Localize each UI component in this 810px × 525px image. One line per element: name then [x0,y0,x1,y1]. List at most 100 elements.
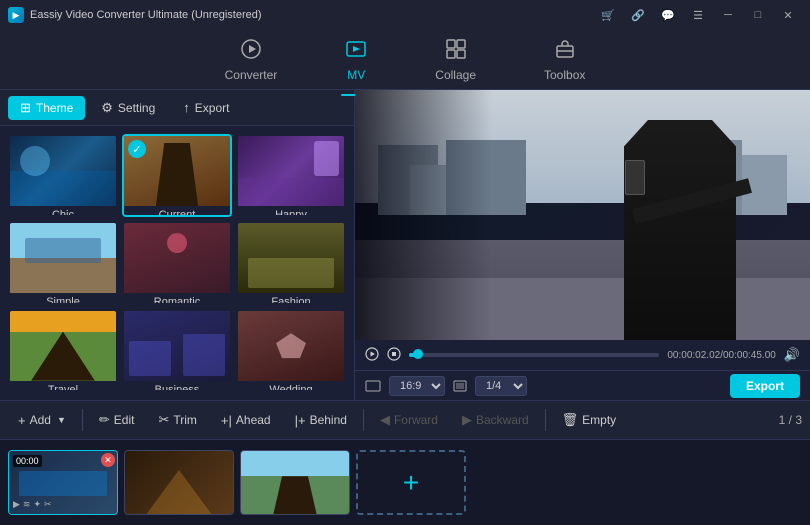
quality-select[interactable]: 1/4 1/2 Full [475,376,527,396]
theme-chic[interactable]: Chic [8,134,118,217]
toolbox-icon [554,38,576,64]
theme-current[interactable]: ✓ Current [122,134,232,217]
backward-icon: ▶ [462,412,472,428]
clip-star-icon: ✦ [33,499,41,510]
page-counter: 1 / 3 [779,413,802,427]
progress-bar[interactable] [409,353,659,357]
tab-converter[interactable]: Converter [211,32,292,88]
left-panel: ⊞ Theme ⚙ Setting ↑ Export [0,90,355,400]
main-content: ⊞ Theme ⚙ Setting ↑ Export [0,90,810,400]
theme-wedding-label: Wedding [238,381,344,392]
theme-happy-label: Happy [238,206,344,217]
clip-item-1[interactable]: 00:00 ✕ ▶ ≋ ✦ ✂ [8,450,118,515]
titlebar-left: ▶ Eassiy Video Converter Ultimate (Unreg… [8,7,262,23]
clip-wave-icon: ≋ [23,499,31,510]
titlebar-controls: 🛒 🔗 💬 ☰ ─ □ ✕ [594,5,802,25]
video-meta: 16:9 4:3 1:1 1/4 1/2 Full Export [355,370,810,400]
video-preview [355,90,810,340]
current-time: 00:00:02.02 [667,350,720,361]
add-dropdown-icon: ▼ [57,415,66,425]
volume-icon[interactable]: 🔊 [784,347,800,363]
bottom-toolbar: + Add ▼ ✏ Edit ✂ Trim +| + Ahead Ahead |… [0,400,810,440]
theme-business[interactable]: Business [122,309,232,392]
add-button[interactable]: + Add ▼ [8,408,76,433]
theme-tab-label: Theme [36,101,73,115]
trim-button[interactable]: ✂ Trim [148,407,206,433]
theme-wedding[interactable]: Wedding [236,309,346,392]
play-button[interactable] [365,347,379,364]
behind-button[interactable]: |+ Behind [285,408,357,433]
menu-icon[interactable]: ☰ [684,5,712,25]
toolbar-separator-2 [363,409,364,431]
titlebar: ▶ Eassiy Video Converter Ultimate (Unreg… [0,0,810,30]
trim-label: Trim [173,413,197,427]
tab-collage[interactable]: Collage [421,32,490,88]
converter-icon [240,38,262,64]
clip-item-2[interactable] [124,450,234,515]
panel-tab-theme[interactable]: ⊞ Theme [8,96,85,120]
behind-icon: |+ [295,413,306,428]
close-button[interactable]: ✕ [774,5,802,25]
ahead-icon: +| [221,413,232,428]
meta-left: 16:9 4:3 1:1 1/4 1/2 Full [365,376,527,396]
clip-scissors-icon[interactable]: ✂ [44,499,52,510]
theme-romantic-label: Romantic [124,293,230,304]
theme-travel[interactable]: Travel [8,309,118,392]
clip-controls-1: ▶ ≋ ✦ ✂ [13,499,52,510]
mv-icon [345,38,367,64]
tab-mv[interactable]: MV [331,32,381,88]
theme-simple-label: Simple [10,293,116,304]
theme-grid: Chic ✓ Current [0,126,354,400]
theme-business-label: Business [124,381,230,392]
cart-icon[interactable]: 🛒 [594,5,622,25]
aspect-ratio-select[interactable]: 16:9 4:3 1:1 [389,376,445,396]
progress-fill [409,353,419,357]
theme-romantic[interactable]: Romantic [122,221,232,304]
theme-current-check: ✓ [128,140,146,158]
theme-tab-icon: ⊞ [20,100,31,116]
time-display: 00:00:02.02/00:00:45.00 [667,350,775,361]
theme-fashion[interactable]: Fashion [236,221,346,304]
app-icon: ▶ [8,7,24,23]
empty-button[interactable]: 🗑 Empty [552,407,627,433]
theme-happy[interactable]: Happy [236,134,346,217]
theme-simple[interactable]: Simple [8,221,118,304]
trim-icon: ✂ [158,412,169,428]
app-title: Eassiy Video Converter Ultimate (Unregis… [30,9,262,21]
add-clip-button[interactable]: + [356,450,466,515]
backward-button[interactable]: ▶ Backward [452,407,539,433]
export-tab-icon: ↑ [183,100,190,115]
video-content [355,90,810,340]
total-time: 00:00:45.00 [723,350,776,361]
right-panel: 00:00:02.02/00:00:45.00 🔊 16:9 4:3 1:1 [355,90,810,400]
timeline-area: 00:00 ✕ ▶ ≋ ✦ ✂ + [0,440,810,525]
collage-icon [445,38,467,64]
forward-button[interactable]: ◀ Forward [370,407,448,433]
theme-chic-label: Chic [10,206,116,217]
setting-tab-icon: ⚙ [101,100,113,116]
stop-button[interactable] [387,347,401,364]
theme-fashion-label: Fashion [238,293,344,304]
link-icon[interactable]: 🔗 [624,5,652,25]
empty-label: Empty [582,413,616,427]
clip-item-3[interactable] [240,450,350,515]
edit-button[interactable]: ✏ Edit [89,407,145,433]
tab-toolbox[interactable]: Toolbox [530,32,599,88]
add-label: Add [30,413,51,427]
maximize-button[interactable]: □ [744,5,772,25]
tab-toolbox-label: Toolbox [544,68,585,82]
export-button[interactable]: Export [730,374,800,398]
chat-icon[interactable]: 💬 [654,5,682,25]
forward-icon: ◀ [380,412,390,428]
backward-label: Backward [476,413,529,427]
behind-label: Behind [310,413,347,427]
clip-play-icon[interactable]: ▶ [13,499,20,510]
clip-time-1: 00:00 [13,455,42,467]
ahead-button[interactable]: +| + Ahead Ahead [211,408,281,433]
minimize-button[interactable]: ─ [714,5,742,25]
clip-close-1[interactable]: ✕ [101,453,115,467]
panel-tab-setting[interactable]: ⚙ Setting [89,96,167,120]
panel-tab-export[interactable]: ↑ Export [171,96,241,119]
panel-tabs: ⊞ Theme ⚙ Setting ↑ Export [0,90,354,126]
ratio-icon [365,380,381,392]
